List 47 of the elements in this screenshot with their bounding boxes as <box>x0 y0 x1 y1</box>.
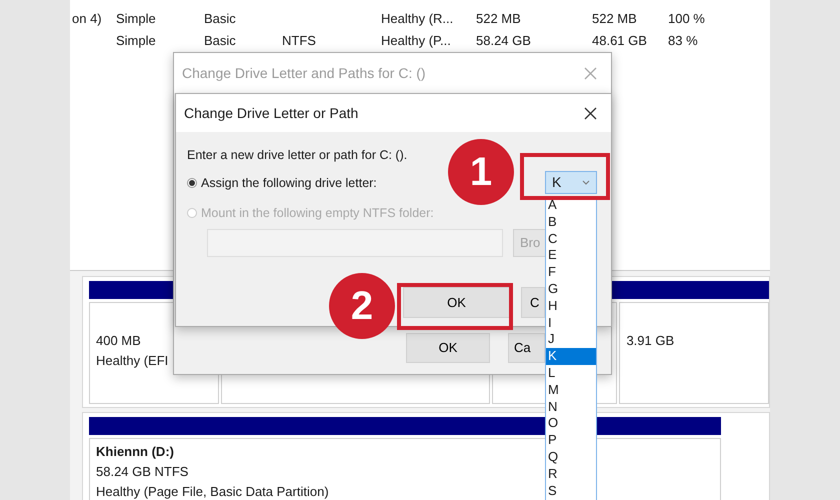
list-option[interactable]: N <box>546 398 596 416</box>
table-cell: Simple <box>116 11 156 26</box>
table-cell: NTFS <box>282 33 316 48</box>
list-option[interactable]: B <box>546 214 596 231</box>
list-option[interactable]: S <box>546 482 596 500</box>
list-option[interactable]: I <box>546 314 596 332</box>
dialog-button[interactable]: C <box>521 287 545 318</box>
list-option[interactable]: K <box>546 348 596 365</box>
list-option[interactable]: P <box>546 432 596 449</box>
list-option[interactable]: A <box>546 197 596 214</box>
dialog-button[interactable]: OK <box>403 287 510 318</box>
list-option[interactable]: L <box>546 364 596 382</box>
list-option[interactable]: R <box>546 466 596 483</box>
list-option[interactable]: M <box>546 382 596 399</box>
table-cell: on 4) <box>72 11 102 26</box>
partition-info: 58.24 GB NTFS <box>96 463 188 481</box>
table-cell: 48.61 GB <box>592 33 647 48</box>
table-cell: Healthy (R... <box>381 11 454 26</box>
close-icon[interactable] <box>584 106 597 120</box>
table-cell: 100 % <box>668 11 705 26</box>
partition-info: Healthy (EFI <box>96 352 168 370</box>
list-option[interactable]: Q <box>546 448 596 466</box>
table-cell: Basic <box>204 11 236 26</box>
dialog-button[interactable]: Ca <box>508 333 545 363</box>
chevron-icon <box>582 180 590 185</box>
table-cell: 522 MB <box>592 11 637 26</box>
list-option[interactable]: O <box>546 415 596 432</box>
drive-letter-dropdown[interactable]: K <box>545 171 597 194</box>
window-title: Change Drive Letter or Path <box>184 104 358 123</box>
dialog-button[interactable]: OK <box>406 333 490 363</box>
prompt-text: Enter a new drive letter or path for C: (). <box>187 147 408 164</box>
table-cell: 83 % <box>668 33 698 48</box>
list-option[interactable]: G <box>546 280 596 298</box>
table-cell: Basic <box>204 33 236 48</box>
table-cell: Healthy (P... <box>381 33 451 48</box>
partition-info: Healthy (Page File, Basic Data Partition) <box>96 483 329 500</box>
table-cell: Simple <box>116 33 156 48</box>
list-option[interactable]: F <box>546 264 596 281</box>
disk-name: Khiennn (D:) <box>96 443 174 461</box>
radio-option[interactable]: Assign the following drive letter: <box>187 174 377 193</box>
list-option[interactable]: J <box>546 331 596 348</box>
table-cell: 58.24 GB <box>476 33 531 48</box>
partition-info: 3.91 GB <box>626 332 674 350</box>
partition-info: 400 MB <box>96 332 141 350</box>
table-cell: 522 MB <box>476 11 521 26</box>
window-title: Change Drive Letter and Paths for C: () <box>182 64 426 83</box>
list-option[interactable]: H <box>546 298 596 315</box>
